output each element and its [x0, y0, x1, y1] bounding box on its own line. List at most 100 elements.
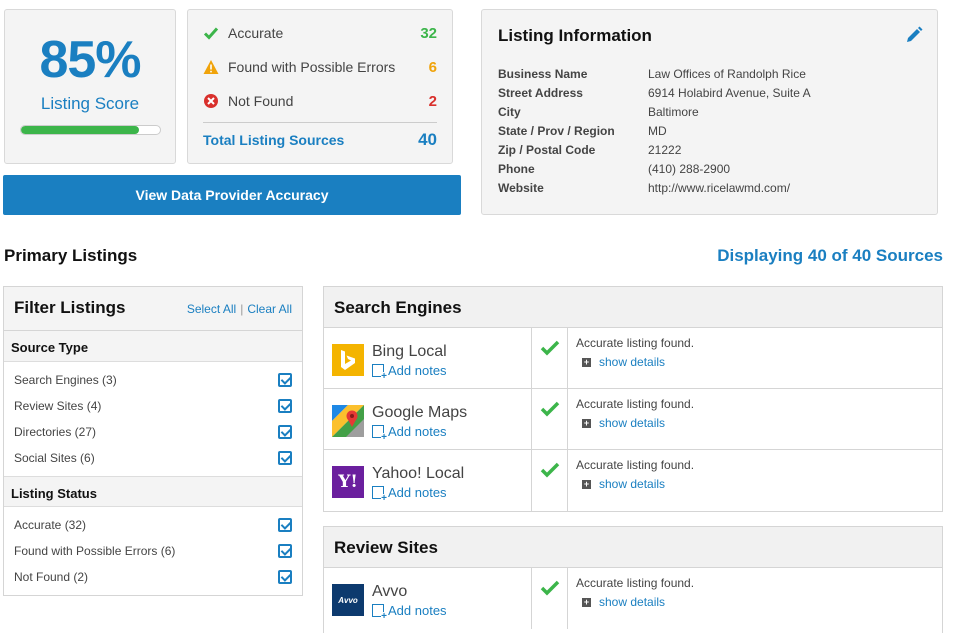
expand-plus-icon: + [582, 417, 591, 428]
pencil-edit-icon[interactable] [905, 26, 923, 44]
filter-item-possible-errors[interactable]: Found with Possible Errors (6) [14, 543, 292, 559]
displaying-sources-count: Displaying 40 of 40 Sources [717, 246, 943, 265]
show-details-label: show details [599, 416, 666, 430]
filter-item-accurate[interactable]: Accurate (32) [14, 517, 292, 533]
source-name: Yahoo! Local [372, 465, 465, 482]
add-notes-link[interactable]: Add notes [372, 485, 447, 504]
show-details-label: show details [599, 355, 666, 369]
filter-item-label: Accurate (32) [14, 518, 87, 532]
checkbox-checked-icon[interactable] [278, 373, 292, 387]
checkbox-checked-icon[interactable] [278, 544, 292, 558]
group-title: Search Engines [324, 287, 942, 328]
expand-plus-icon: + [582, 596, 591, 607]
listing-status-text: Accurate listing found. [576, 336, 695, 350]
show-details-link[interactable]: + show details [582, 416, 665, 430]
show-details-link[interactable]: + show details [582, 477, 665, 491]
checkbox-checked-icon[interactable] [278, 451, 292, 465]
filter-item-label: Not Found (2) [14, 570, 89, 584]
listing-status-list: Accurate (32) Found with Possible Errors… [4, 507, 302, 597]
filter-header: Filter Listings Select All | Clear All [4, 287, 302, 331]
info-key: City [498, 105, 521, 119]
review-sites-group: Review Sites Avvo Avvo Add notes Accurat… [323, 526, 943, 633]
accurate-label: Accurate [228, 25, 284, 41]
info-key: Zip / Postal Code [498, 143, 596, 157]
status-icon-cell [532, 389, 568, 449]
add-notes-link[interactable]: Add notes [372, 424, 447, 443]
info-value: MD [648, 124, 667, 138]
errors-count-row: Found with Possible Errors 6 [203, 57, 437, 77]
info-value: 6914 Holabird Avenue, Suite A [648, 86, 811, 100]
listing-score-progress-bar [20, 125, 161, 135]
filter-item-label: Social Sites (6) [14, 451, 95, 465]
info-row-state: State / Prov / Region MD [498, 124, 667, 140]
source-type-list: Search Engines (3) Review Sites (4) Dire… [4, 362, 302, 476]
add-notes-label: Add notes [388, 363, 447, 378]
status-icon-cell [532, 568, 568, 629]
source-cell: Avvo Avvo Add notes [324, 568, 532, 629]
view-data-provider-accuracy-button[interactable]: View Data Provider Accuracy [3, 175, 461, 215]
listing-score-card: 85% Listing Score [4, 9, 176, 164]
checkbox-checked-icon[interactable] [278, 518, 292, 532]
show-details-label: show details [599, 477, 666, 491]
source-name: Google Maps [372, 404, 468, 421]
website-link[interactable]: http://www.ricelawmd.com/ [648, 181, 790, 197]
listing-score-percent: 85% [39, 31, 141, 89]
source-type-heading: Source Type [4, 331, 302, 362]
filter-item-social-sites[interactable]: Social Sites (6) [14, 450, 292, 466]
listing-score-progress-fill [21, 126, 140, 134]
expand-plus-icon: + [582, 478, 591, 489]
add-note-icon [372, 425, 387, 443]
avvo-logo-icon: Avvo [332, 584, 364, 616]
filter-title: Filter Listings [14, 298, 126, 317]
info-key: Street Address [498, 86, 583, 100]
checkbox-checked-icon[interactable] [278, 570, 292, 584]
filter-item-not-found[interactable]: Not Found (2) [14, 569, 292, 585]
filter-item-review-sites[interactable]: Review Sites (4) [14, 398, 292, 414]
checkbox-checked-icon[interactable] [278, 399, 292, 413]
filter-item-directories[interactable]: Directories (27) [14, 424, 292, 440]
expand-plus-icon: + [582, 356, 591, 367]
info-row-street-address: Street Address 6914 Holabird Avenue, Sui… [498, 86, 811, 102]
info-value: 21222 [648, 143, 682, 157]
add-notes-link[interactable]: Add notes [372, 603, 447, 622]
filter-item-label: Found with Possible Errors (6) [14, 544, 176, 558]
listing-status-text: Accurate listing found. [576, 458, 695, 472]
info-row-phone: Phone (410) 288-2900 [498, 162, 730, 178]
listing-status-heading: Listing Status [4, 476, 302, 507]
total-sources-label: Total Listing Sources [203, 132, 345, 148]
info-key: Website [498, 181, 544, 195]
filter-links: Select All | Clear All [187, 302, 292, 316]
source-name: Avvo [372, 583, 408, 600]
show-details-link[interactable]: + show details [582, 595, 665, 609]
listing-status-text: Accurate listing found. [576, 397, 695, 411]
primary-listings-title: Primary Listings [4, 246, 138, 265]
checkbox-checked-icon[interactable] [278, 425, 292, 439]
select-all-link[interactable]: Select All [187, 302, 236, 316]
status-icon-cell [532, 450, 568, 511]
warning-icon [203, 59, 219, 75]
errors-label: Found with Possible Errors [228, 59, 396, 75]
add-notes-link[interactable]: Add notes [372, 363, 447, 382]
listing-information-title: Listing Information [498, 26, 652, 45]
total-sources-row: Total Listing Sources 40 [203, 130, 437, 150]
link-separator: | [240, 302, 244, 316]
info-row-zip: Zip / Postal Code 21222 [498, 143, 681, 159]
check-icon [203, 25, 219, 41]
filter-item-search-engines[interactable]: Search Engines (3) [14, 372, 292, 388]
error-circle-icon [203, 93, 219, 109]
info-key: State / Prov / Region [498, 124, 615, 138]
show-details-link[interactable]: + show details [582, 355, 665, 369]
accurate-count-row: Accurate 32 [203, 23, 437, 43]
info-value: Law Offices of Randolph Rice [648, 67, 806, 81]
listing-score-label: Listing Score [40, 94, 140, 113]
source-name: Bing Local [372, 343, 447, 360]
clear-all-link[interactable]: Clear All [247, 302, 292, 316]
accurate-count: 32 [420, 24, 437, 42]
check-icon [540, 462, 560, 478]
search-engines-group: Search Engines Bing Local Add notes Accu… [323, 286, 943, 512]
add-notes-label: Add notes [388, 424, 447, 439]
listing-row-avvo: Avvo Avvo Add notes Accurate listing fou… [324, 568, 942, 629]
total-sources-count: 40 [418, 130, 437, 149]
check-icon [540, 580, 560, 596]
listing-row-google-maps: Google Maps Add notes Accurate listing f… [324, 389, 942, 450]
